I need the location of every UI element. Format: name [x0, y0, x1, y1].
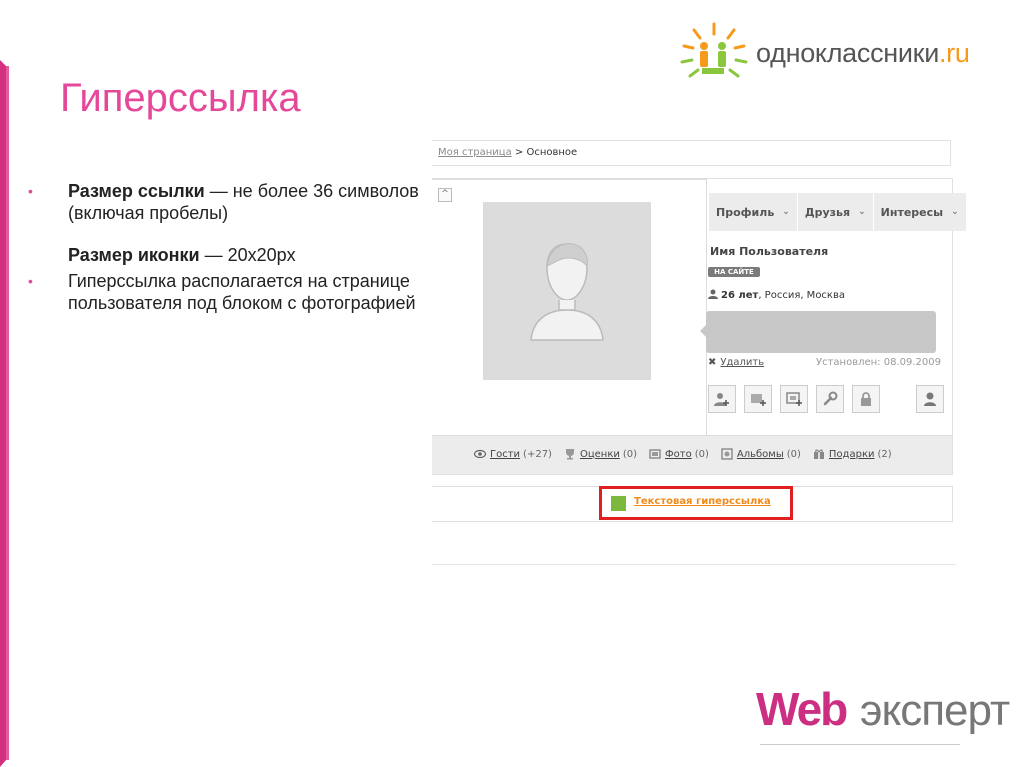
bullet-list: • Размер ссылки — не более 36 символов (… [28, 180, 428, 314]
collapse-button[interactable]: ^ [438, 188, 452, 202]
odnoklassniki-wordmark: одноклассники.ru [756, 38, 970, 68]
bullet-marker: • [28, 273, 33, 289]
privacy-button[interactable] [852, 385, 880, 413]
add-photo-button[interactable] [744, 385, 772, 413]
stat-photos[interactable]: Фото (0) [649, 448, 709, 460]
bullet-link-size: • Размер ссылки — не более 36 символов (… [28, 180, 428, 224]
breadcrumb: Моя страница > Основное [438, 147, 577, 158]
bullet-icon-size: Размер иконки — 20х20px [28, 244, 428, 266]
slide-title: Гиперссылка [60, 76, 301, 120]
tab-interests[interactable]: Интересы ⌄ [872, 193, 966, 231]
eye-icon [474, 449, 486, 459]
stats-list: Гости (+27) Оценки (0) Фото (0) Альбомы (0) … [474, 448, 904, 460]
user-gear-icon [924, 392, 936, 406]
hyperlink-panel: Текстовая гиперссылка [432, 486, 953, 522]
bullet-marker: • [28, 183, 33, 199]
webexpert-web: Web [756, 683, 848, 735]
tab-profile[interactable]: Профиль ⌄ [708, 193, 797, 231]
stats-bar: Гости (+27) Оценки (0) Фото (0) Альбомы (0) … [432, 435, 952, 474]
photo-block: ^ [432, 179, 707, 440]
breadcrumb-separator: > [511, 147, 527, 158]
photo-icon [649, 449, 661, 459]
close-icon: ✖ [708, 357, 717, 368]
add-friend-button[interactable] [708, 385, 736, 413]
slide-left-border [0, 60, 14, 767]
chevron-down-icon: ⌄ [951, 207, 959, 217]
lock-icon [861, 392, 871, 406]
user-menu-button[interactable] [916, 385, 944, 413]
bullet-bold-text: Размер ссылки [68, 181, 205, 201]
odnoklassniki-logo: одноклассники.ru [676, 20, 1016, 80]
user-silhouette-icon [530, 243, 604, 341]
trophy-icon [565, 449, 574, 460]
status-bubble[interactable] [700, 311, 936, 353]
stat-ratings[interactable]: Оценки (0) [564, 448, 637, 460]
add-friend-icon [714, 393, 729, 406]
text-hyperlink[interactable]: Текстовая гиперссылка [634, 496, 771, 507]
link-icon [611, 496, 626, 511]
user-age: 26 лет [721, 290, 759, 301]
action-icons [708, 385, 944, 413]
user-location: , Россия, Москва [758, 290, 845, 301]
status-installed-date: Установлен: 08.09.2009 [816, 357, 941, 368]
person-icon [708, 289, 718, 299]
breadcrumb-current: Основное [526, 147, 578, 158]
chevron-down-icon: ⌄ [858, 207, 866, 217]
odnoklassniki-sun-icon [680, 22, 748, 78]
photo-frame-icon [786, 392, 802, 406]
webexpert-logo: Web эксперт [752, 682, 1010, 752]
wrench-icon [823, 391, 838, 406]
bullet-placement: • Гиперссылка располагается на странице … [28, 270, 428, 314]
gift-icon [813, 449, 824, 459]
settings-button[interactable] [816, 385, 844, 413]
stat-gifts[interactable]: Подарки (2) [813, 448, 892, 460]
tab-friends[interactable]: Друзья ⌄ [796, 193, 873, 231]
user-name: Имя Пользователя [710, 245, 829, 258]
user-info: 26 лет, Россия, Москва [708, 289, 845, 301]
delete-status-link[interactable]: ✖ Удалить [708, 357, 764, 368]
stat-guests[interactable]: Гости (+27) [474, 448, 552, 460]
send-photo-button[interactable] [780, 385, 808, 413]
divider [432, 564, 956, 565]
bullet-bold-text: Размер иконки [68, 245, 200, 265]
webexpert-expert: эксперт [860, 686, 1010, 735]
album-icon [721, 448, 733, 460]
bullet-text: Гиперссылка располагается на странице по… [68, 271, 416, 313]
bullet-text: — 20х20px [199, 245, 296, 265]
profile-page-screenshot: Моя страница > Основное ^ Профиль ⌄ Друзь… [432, 140, 966, 570]
highlight-frame: Текстовая гиперссылка [599, 486, 793, 520]
delete-label: Удалить [720, 357, 765, 368]
add-photo-icon [751, 394, 766, 406]
profile-panel: ^ Профиль ⌄ Друзья ⌄ Интересы ⌄ Имя Пользов… [432, 178, 966, 475]
stat-albums[interactable]: Альбомы (0) [721, 448, 801, 460]
breadcrumb-link-my-page[interactable]: Моя страница [438, 147, 512, 158]
profile-tabs: Профиль ⌄ Друзья ⌄ Интересы ⌄ [708, 193, 966, 231]
avatar[interactable] [483, 202, 651, 380]
chevron-down-icon: ⌄ [782, 207, 790, 217]
online-badge: НА САЙТЕ [708, 267, 760, 277]
breadcrumb-bar: Моя страница > Основное [432, 140, 951, 166]
